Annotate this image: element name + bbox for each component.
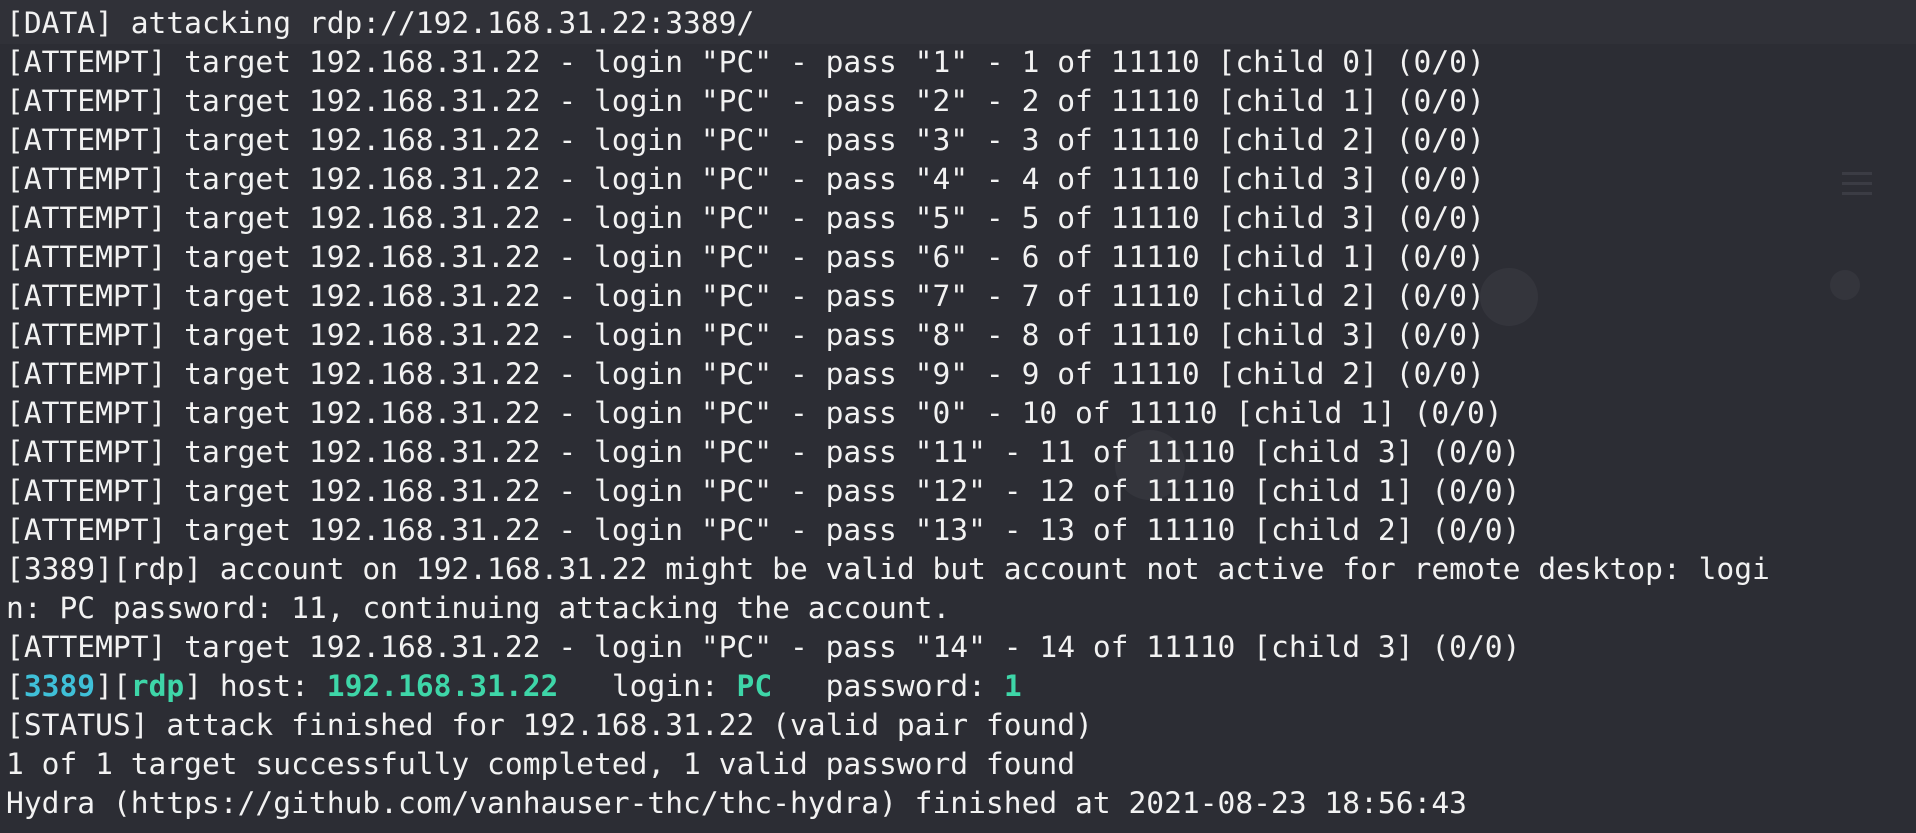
bracket: ][: [95, 669, 131, 703]
finished-line: Hydra (https://github.com/vanhauser-thc/…: [6, 786, 1467, 820]
terminal-line: [ATTEMPT] target 192.168.31.22 - login "…: [6, 513, 1521, 547]
found-login: PC: [736, 669, 773, 703]
terminal-line: [ATTEMPT] target 192.168.31.22 - login "…: [6, 630, 1521, 664]
terminal-line: [ATTEMPT] target 192.168.31.22 - login "…: [6, 201, 1485, 235]
background-menu-icon: [1842, 192, 1872, 195]
background-icon: [1830, 270, 1860, 300]
terminal-line: [ATTEMPT] target 192.168.31.22 - login "…: [6, 123, 1485, 157]
background-menu-icon: [1842, 182, 1872, 185]
terminal-line: n: PC password: 11, continuing attacking…: [6, 591, 951, 625]
host-label: ] host:: [184, 669, 327, 703]
login-label: login:: [558, 669, 737, 703]
terminal-line: [ATTEMPT] target 192.168.31.22 - login "…: [6, 45, 1485, 79]
terminal-line: [3389][rdp] account on 192.168.31.22 mig…: [6, 552, 1770, 586]
terminal-output: [DATA] attacking rdp://192.168.31.22:338…: [6, 4, 1770, 823]
terminal-window[interactable]: [DATA] attacking rdp://192.168.31.22:338…: [0, 0, 1916, 833]
found-protocol: rdp: [130, 669, 185, 703]
terminal-line: [ATTEMPT] target 192.168.31.22 - login "…: [6, 84, 1485, 118]
terminal-line: [ATTEMPT] target 192.168.31.22 - login "…: [6, 279, 1485, 313]
terminal-line: [ATTEMPT] target 192.168.31.22 - login "…: [6, 162, 1485, 196]
found-host: 192.168.31.22: [326, 669, 559, 703]
terminal-line: [ATTEMPT] target 192.168.31.22 - login "…: [6, 357, 1485, 391]
background-menu-icon: [1842, 172, 1872, 175]
terminal-line: [ATTEMPT] target 192.168.31.22 - login "…: [6, 240, 1485, 274]
found-port: 3389: [23, 669, 96, 703]
terminal-line: [DATA] attacking rdp://192.168.31.22:338…: [6, 6, 755, 40]
bracket: [: [6, 669, 24, 703]
terminal-line: [ATTEMPT] target 192.168.31.22 - login "…: [6, 318, 1485, 352]
summary-line: 1 of 1 target successfully completed, 1 …: [6, 747, 1076, 781]
terminal-line: [ATTEMPT] target 192.168.31.22 - login "…: [6, 474, 1521, 508]
status-line: [STATUS] attack finished for 192.168.31.…: [6, 708, 1093, 742]
found-credentials-line: [3389][rdp] host: 192.168.31.22 login: P…: [6, 667, 1770, 706]
terminal-line: [ATTEMPT] target 192.168.31.22 - login "…: [6, 435, 1521, 469]
terminal-line: [ATTEMPT] target 192.168.31.22 - login "…: [6, 396, 1503, 430]
found-password: 1: [1003, 669, 1022, 703]
password-label: password:: [772, 669, 1004, 703]
